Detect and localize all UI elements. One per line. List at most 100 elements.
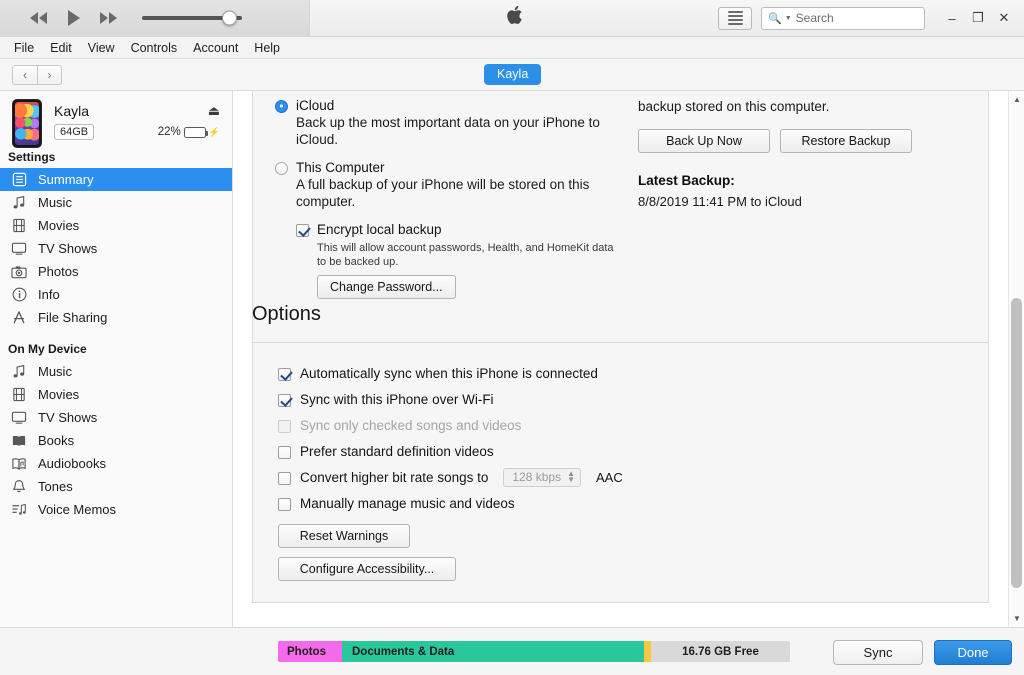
sidebar-item-info[interactable]: Info (0, 283, 232, 306)
icloud-label: iCloud (296, 98, 335, 113)
search-field[interactable]: 🔍 ▼ (761, 6, 925, 30)
this-computer-radio-row[interactable]: This Computer (275, 160, 655, 175)
close-button[interactable]: ✕ (992, 6, 1016, 30)
now-playing-area (310, 0, 718, 37)
option-sd-videos-row[interactable]: Prefer standard definition videos (278, 438, 968, 464)
backup-right-column: backup stored on this computer. Back Up … (638, 98, 968, 209)
auto-sync-checkbox[interactable] (278, 367, 291, 381)
scroll-down-arrow-icon[interactable]: ▼ (1009, 610, 1024, 627)
vertical-scrollbar[interactable]: ▲ ▼ (1008, 91, 1024, 627)
menu-controls[interactable]: Controls (123, 37, 186, 59)
sidebar-item-music[interactable]: Music (0, 191, 232, 214)
volume-knob[interactable] (222, 10, 237, 26)
window-buttons: – ❐ ✕ (940, 6, 1016, 30)
icloud-radio[interactable] (275, 100, 288, 113)
sidebar-item-photos[interactable]: Photos (0, 260, 232, 283)
capacity-segment-photos[interactable]: Photos (278, 641, 342, 662)
menu-file[interactable]: File (6, 37, 42, 59)
device-tab-kayla[interactable]: Kayla (484, 64, 542, 85)
sidebar-item-movies[interactable]: Movies (0, 214, 232, 237)
change-password-button[interactable]: Change Password... (317, 275, 456, 299)
menu-account[interactable]: Account (185, 37, 246, 59)
this-computer-radio[interactable] (275, 162, 288, 175)
menu-help[interactable]: Help (246, 37, 288, 59)
battery-percent: 22% (157, 126, 181, 138)
backup-right-text: backup stored on this computer. (638, 99, 830, 114)
maximize-button[interactable]: ❐ (966, 6, 990, 30)
play-button[interactable] (63, 8, 85, 28)
convert-bitrate-checkbox[interactable] (278, 471, 291, 485)
encrypt-backup-checkbox[interactable] (296, 224, 309, 237)
sidebar-item-books[interactable]: Books (0, 429, 232, 452)
title-bar: 🔍 ▼ – ❐ ✕ (0, 0, 1024, 37)
eject-icon[interactable]: ⏏ (208, 103, 222, 119)
film-icon (8, 217, 30, 235)
back-up-now-button[interactable]: Back Up Now (638, 129, 770, 153)
sidebar-item-voice-memos[interactable]: Voice Memos (0, 498, 232, 521)
bitrate-value: 128 kbps (512, 469, 562, 484)
sync-checked-label: Sync only checked songs and videos (300, 417, 522, 433)
sync-button[interactable]: Sync (833, 640, 923, 665)
option-manual-manage-row[interactable]: Manually manage music and videos (278, 490, 968, 516)
back-button[interactable]: ‹ (12, 64, 37, 85)
sidebar-item-label: Movies (38, 218, 80, 233)
camera-icon (8, 263, 30, 281)
sidebar-section-on-my-device: On My Device (8, 342, 87, 356)
capacity-segment-other[interactable] (644, 641, 651, 662)
books-icon (8, 432, 30, 450)
codec-label: AAC (595, 469, 623, 485)
configure-accessibility-button[interactable]: Configure Accessibility... (278, 557, 456, 581)
manual-manage-checkbox[interactable] (278, 497, 291, 511)
option-auto-sync-row[interactable]: Automatically sync when this iPhone is c… (278, 360, 968, 386)
list-view-icon[interactable] (718, 6, 752, 30)
sidebar-item-device-movies[interactable]: Movies (0, 383, 232, 406)
device-name: Kayla (54, 103, 90, 119)
encrypt-backup-row[interactable]: Encrypt local backup (296, 222, 655, 237)
reset-warnings-row: Reset Warnings (278, 524, 968, 548)
rewind-button[interactable] (28, 8, 50, 28)
app-store-a-icon (8, 309, 30, 327)
options-list: Automatically sync when this iPhone is c… (278, 360, 968, 581)
sd-videos-checkbox[interactable] (278, 445, 291, 459)
option-sync-wifi-row[interactable]: Sync with this iPhone over Wi-Fi (278, 386, 968, 412)
sidebar-item-label: Tones (38, 479, 73, 494)
restore-backup-button[interactable]: Restore Backup (780, 129, 912, 153)
bell-icon (8, 478, 30, 496)
scrollbar-thumb[interactable] (1011, 298, 1022, 588)
device-header[interactable]: Kayla ⏏ 64GB 22% ⚡ (0, 91, 232, 148)
capacity-segment-documents[interactable]: Documents & Data (342, 641, 644, 662)
encrypt-backup-hint: This will allow account passwords, Healt… (317, 242, 614, 268)
sidebar-item-label: TV Shows (38, 241, 98, 256)
sidebar-item-device-tv-shows[interactable]: TV Shows (0, 406, 232, 429)
this-computer-description: A full backup of your iPhone will be sto… (296, 177, 590, 209)
sidebar-item-device-music[interactable]: Music (0, 360, 232, 383)
options-title: Options (252, 303, 321, 325)
sidebar-item-label: Books (38, 433, 75, 448)
minimize-button[interactable]: – (940, 6, 964, 30)
menu-edit[interactable]: Edit (42, 37, 80, 59)
battery-icon (183, 126, 208, 138)
sidebar-item-tones[interactable]: Tones (0, 475, 232, 498)
sidebar-item-audiobooks[interactable]: Audiobooks (0, 452, 232, 475)
sidebar-item-file-sharing[interactable]: File Sharing (0, 306, 232, 329)
search-input[interactable] (795, 11, 918, 25)
latest-backup-value: 8/8/2019 11:41 PM to iCloud (638, 194, 802, 209)
icloud-radio-row[interactable]: iCloud (275, 98, 655, 113)
forward-button[interactable]: › (37, 64, 62, 85)
iphone-icon (12, 99, 42, 148)
summary-pane: iCloud Back up the most important data o… (233, 91, 1008, 626)
bitrate-select[interactable]: 128 kbps ▲ ▼ (503, 467, 581, 487)
option-convert-bitrate-row[interactable]: Convert higher bit rate songs to 128 kbp… (278, 464, 968, 490)
nav-bar: ‹ › Kayla (0, 59, 1024, 91)
menu-view[interactable]: View (80, 37, 123, 59)
sidebar-item-tv-shows[interactable]: TV Shows (0, 237, 232, 260)
reset-warnings-button[interactable]: Reset Warnings (278, 524, 410, 548)
fast-forward-button[interactable] (98, 8, 120, 28)
sync-wifi-checkbox[interactable] (278, 393, 291, 407)
sidebar-item-summary[interactable]: Summary (0, 168, 232, 191)
scroll-up-arrow-icon[interactable]: ▲ (1009, 91, 1024, 108)
sd-videos-label: Prefer standard definition videos (300, 443, 494, 459)
stepper-icon[interactable]: ▲ ▼ (567, 469, 575, 483)
chevron-down-icon[interactable]: ▼ (785, 15, 792, 22)
done-button[interactable]: Done (934, 640, 1012, 665)
